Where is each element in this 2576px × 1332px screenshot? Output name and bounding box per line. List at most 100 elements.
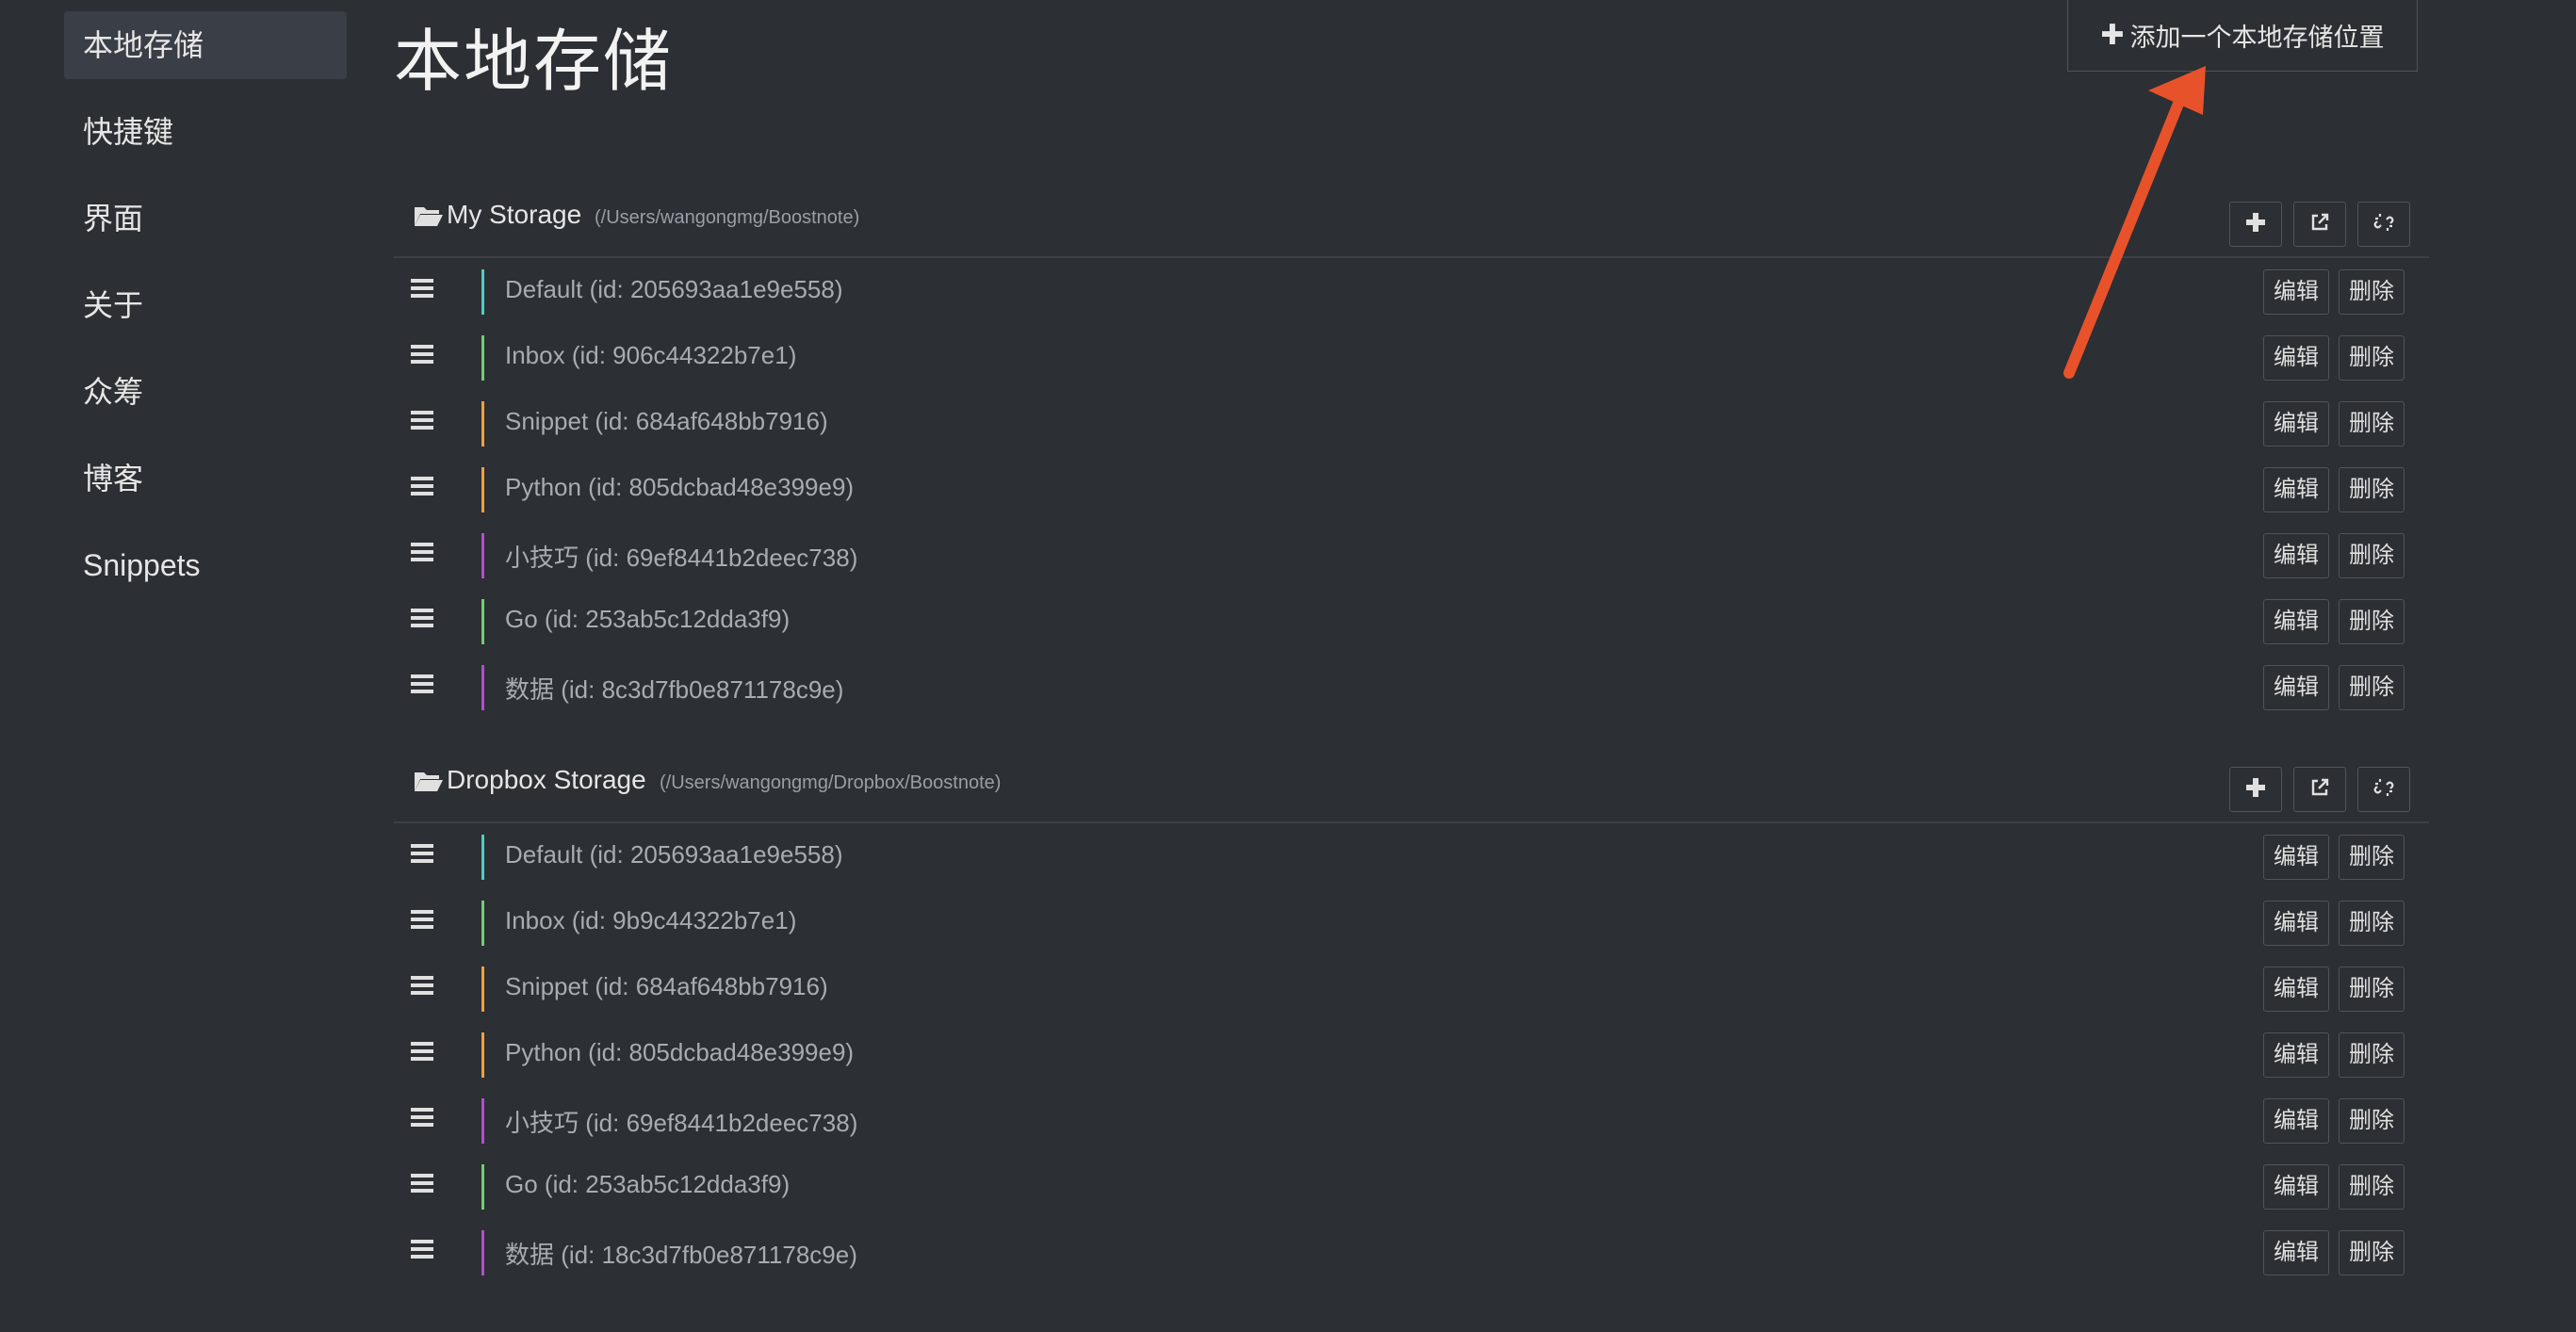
delete-folder-button[interactable]: 删除 [2339,269,2405,315]
delete-folder-button[interactable]: 删除 [2339,901,2405,946]
edit-folder-button[interactable]: 编辑 [2263,599,2329,644]
delete-folder-button[interactable]: 删除 [2339,835,2405,880]
folder-row: Go (id: 253ab5c12dda3f9) 编辑 删除 [394,1153,2429,1219]
sidebar-item-local-storage[interactable]: 本地存储 [64,11,347,79]
sidebar-item-snippets[interactable]: Snippets [64,531,347,599]
sidebar-item-hotkeys[interactable]: 快捷键 [64,98,347,166]
drag-handle-icon[interactable] [409,974,435,1002]
folder-label: 小技巧 (id: 69ef8441b2deec738) [505,544,858,572]
drag-handle-icon[interactable] [409,409,435,437]
folder-color-bar [481,1098,484,1144]
folder-row-actions: 编辑 删除 [2263,665,2405,710]
folder-color-bar [481,269,484,315]
edit-folder-button[interactable]: 编辑 [2263,835,2329,880]
edit-folder-button[interactable]: 编辑 [2263,665,2329,710]
folder-label: Snippet (id: 684af648bb7916) [505,972,828,1000]
folder-row: Snippet (id: 684af648bb7916) 编辑 删除 [394,955,2429,1021]
folder-row: Go (id: 253ab5c12dda3f9) 编辑 删除 [394,588,2429,654]
delete-folder-button[interactable]: 删除 [2339,335,2405,381]
folder-row-actions: 编辑 删除 [2263,901,2405,946]
folder-row: 小技巧 (id: 69ef8441b2deec738) 编辑 删除 [394,522,2429,588]
drag-handle-icon[interactable] [409,1172,435,1200]
folder-label: Python (id: 805dcbad48e399e9) [505,1038,855,1066]
folder-open-icon [413,203,445,228]
open-storage-button[interactable] [2293,202,2346,247]
delete-folder-button[interactable]: 删除 [2339,1164,2405,1210]
storage-section: My Storage (/Users/wangongmg/Boostnote) De… [394,187,2429,720]
plus-icon [2245,777,2266,803]
edit-folder-button[interactable]: 编辑 [2263,901,2329,946]
folder-row-actions: 编辑 删除 [2263,335,2405,381]
drag-handle-icon[interactable] [409,1040,435,1068]
folder-row: Default (id: 205693aa1e9e558) 编辑 删除 [394,823,2429,889]
edit-folder-button[interactable]: 编辑 [2263,1230,2329,1275]
delete-folder-button[interactable]: 删除 [2339,1230,2405,1275]
folder-color-bar [481,1032,484,1078]
plus-icon [2245,212,2266,237]
drag-handle-icon[interactable] [409,1106,435,1134]
folder-row-actions: 编辑 删除 [2263,1032,2405,1078]
edit-folder-button[interactable]: 编辑 [2263,401,2329,447]
folder-row-actions: 编辑 删除 [2263,599,2405,644]
edit-folder-button[interactable]: 编辑 [2263,1098,2329,1144]
delete-folder-button[interactable]: 删除 [2339,401,2405,447]
edit-folder-button[interactable]: 编辑 [2263,533,2329,578]
delete-folder-button[interactable]: 删除 [2339,665,2405,710]
unlink-storage-button[interactable] [2357,202,2410,247]
folder-label: Go (id: 253ab5c12dda3f9) [505,1170,791,1198]
folder-row-actions: 编辑 删除 [2263,269,2405,315]
drag-handle-icon[interactable] [409,343,435,371]
folder-label: Inbox (id: 9b9c44322b7e1) [505,906,797,934]
storage-name: My Storage [447,200,582,229]
folder-color-bar [481,1164,484,1210]
sidebar-item-interface[interactable]: 界面 [64,185,347,252]
drag-handle-icon[interactable] [409,607,435,635]
edit-folder-button[interactable]: 编辑 [2263,269,2329,315]
storage-name: Dropbox Storage [447,765,646,794]
external-link-icon [2308,211,2331,238]
edit-folder-button[interactable]: 编辑 [2263,1164,2329,1210]
folder-row-actions: 编辑 删除 [2263,1230,2405,1275]
folder-color-bar [481,401,484,447]
edit-folder-button[interactable]: 编辑 [2263,335,2329,381]
folder-row: Snippet (id: 684af648bb7916) 编辑 删除 [394,390,2429,456]
folder-label: 小技巧 (id: 69ef8441b2deec738) [505,1109,858,1137]
folder-open-icon [413,769,445,793]
folder-row: Inbox (id: 906c44322b7e1) 编辑 删除 [394,324,2429,390]
drag-handle-icon[interactable] [409,673,435,701]
delete-folder-button[interactable]: 删除 [2339,1032,2405,1078]
drag-handle-icon[interactable] [409,842,435,870]
open-storage-button[interactable] [2293,767,2346,812]
folder-row-actions: 编辑 删除 [2263,1098,2405,1144]
edit-folder-button[interactable]: 编辑 [2263,1032,2329,1078]
drag-handle-icon[interactable] [409,475,435,503]
folder-label: Default (id: 205693aa1e9e558) [505,275,843,303]
edit-folder-button[interactable]: 编辑 [2263,967,2329,1012]
storage-header: My Storage (/Users/wangongmg/Boostnote) [394,187,2429,258]
folder-row: 数据 (id: 8c3d7fb0e871178c9e) 编辑 删除 [394,654,2429,720]
add-folder-button[interactable] [2229,767,2282,812]
add-storage-button[interactable]: ✚ 添加一个本地存储位置 [2067,0,2418,72]
edit-folder-button[interactable]: 编辑 [2263,467,2329,512]
folder-label: Default (id: 205693aa1e9e558) [505,840,843,869]
drag-handle-icon[interactable] [409,541,435,569]
sidebar-item-about[interactable]: 关于 [64,271,347,339]
sidebar-item-crowdfunding[interactable]: 众筹 [64,358,347,426]
delete-folder-button[interactable]: 删除 [2339,533,2405,578]
folder-color-bar [481,467,484,512]
unlink-storage-button[interactable] [2357,767,2410,812]
delete-folder-button[interactable]: 删除 [2339,467,2405,512]
delete-folder-button[interactable]: 删除 [2339,967,2405,1012]
drag-handle-icon[interactable] [409,908,435,936]
folder-color-bar [481,599,484,644]
add-storage-label: 添加一个本地存储位置 [2129,24,2385,52]
delete-folder-button[interactable]: 删除 [2339,1098,2405,1144]
drag-handle-icon[interactable] [409,1238,435,1266]
folder-label: Python (id: 805dcbad48e399e9) [505,473,855,501]
preferences-window: 本地存储 快捷键 界面 关于 众筹 博客 Snippets 本地存储 ✚ 添加一… [0,0,2576,1332]
delete-folder-button[interactable]: 删除 [2339,599,2405,644]
add-folder-button[interactable] [2229,202,2282,247]
sidebar-item-blog[interactable]: 博客 [64,445,347,512]
folder-color-bar [481,335,484,381]
drag-handle-icon[interactable] [409,277,435,305]
